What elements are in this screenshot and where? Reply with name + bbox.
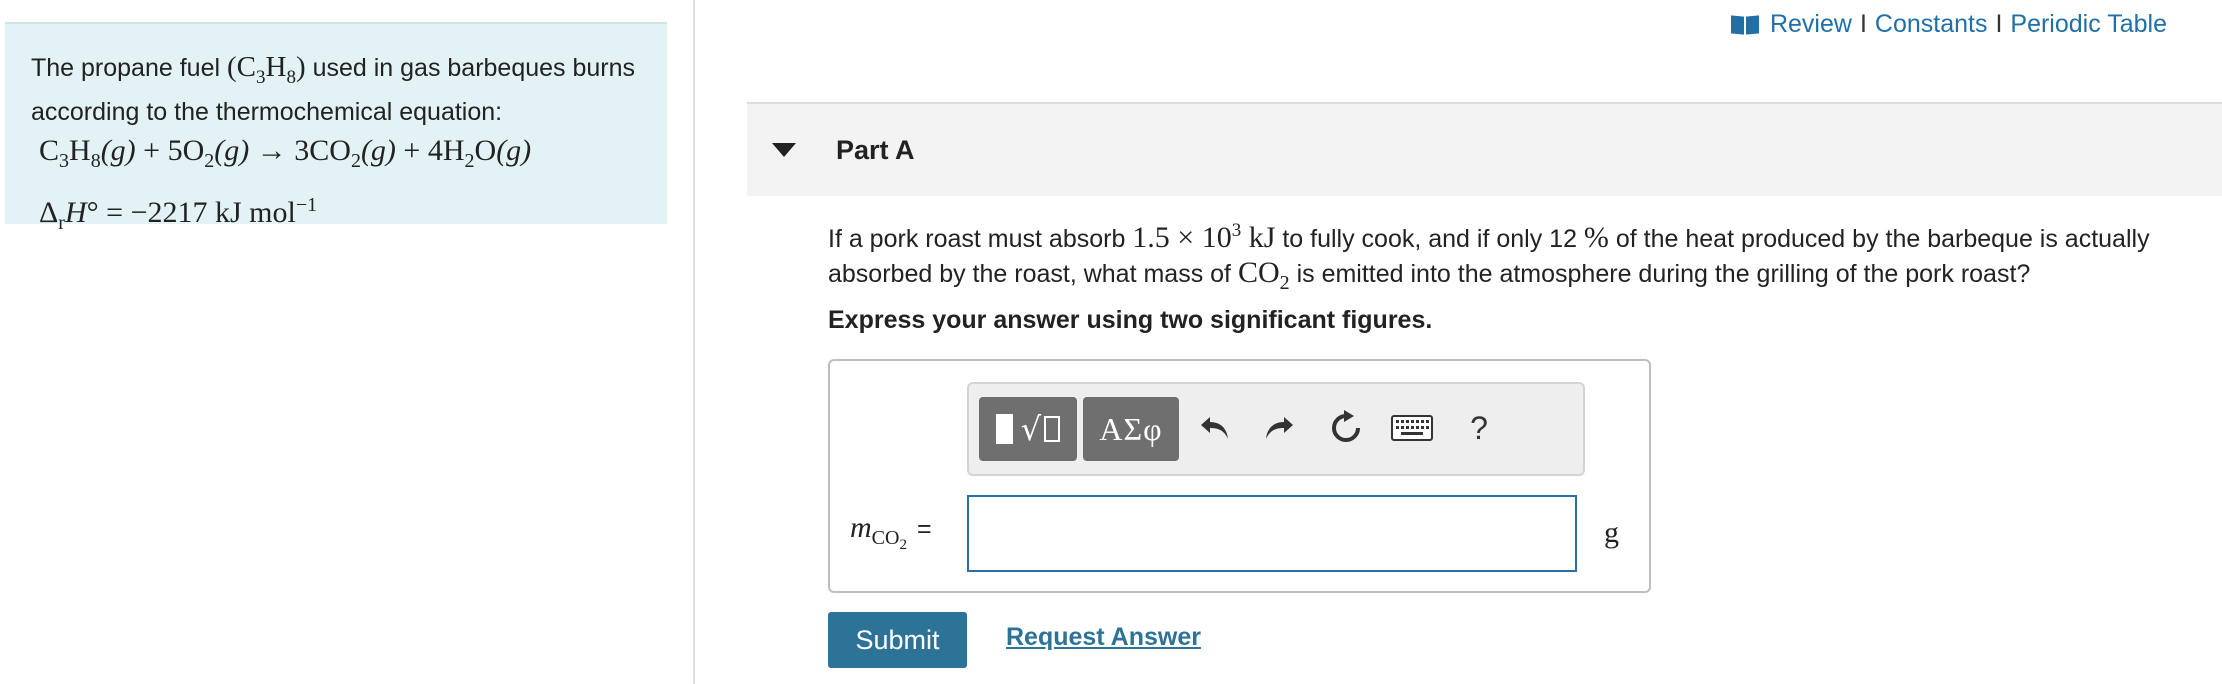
help-button[interactable]: ? — [1451, 400, 1507, 456]
math-toolbar: √ ΑΣφ ? — [967, 382, 1585, 476]
reset-icon[interactable] — [1318, 400, 1374, 456]
intro-text-1: The propane fuel — [31, 54, 227, 82]
part-title: Part A — [836, 134, 915, 165]
book-icon — [1730, 14, 1760, 36]
keyboard-icon[interactable] — [1384, 400, 1440, 456]
greek-symbols-button[interactable]: ΑΣφ — [1083, 397, 1179, 461]
square-root-icon: √ — [1020, 410, 1042, 448]
submit-button[interactable]: Submit — [828, 612, 967, 668]
answer-input[interactable] — [967, 495, 1577, 572]
undo-icon[interactable] — [1187, 400, 1243, 456]
request-answer-link[interactable]: Request Answer — [1006, 623, 1201, 652]
collapse-triangle-icon[interactable] — [772, 143, 796, 157]
resource-links: Review I Constants I Periodic Table — [1730, 10, 2167, 39]
question-text: If a pork roast must absorb 1.5 × 103 kJ… — [828, 220, 2150, 294]
co2-formula: CO2 — [1237, 256, 1290, 294]
answer-unit: g — [1604, 516, 1619, 549]
enthalpy-of-reaction: ΔrH° = −2217 kJ mol−1 — [39, 193, 318, 234]
propane-formula: (C3H8) — [226, 51, 306, 88]
periodic-table-link[interactable]: Periodic Table — [2010, 10, 2167, 39]
thermochemical-equation: C3H8(g) + 5O2(g) → 3CO2(g) + 4H2O(g) — [39, 133, 532, 172]
link-separator: I — [1995, 10, 2003, 38]
answer-instructions: Express your answer using two significan… — [828, 306, 1433, 334]
redo-icon[interactable] — [1251, 400, 1307, 456]
part-a-header[interactable]: Part A — [747, 102, 2222, 196]
template-box-icon — [1044, 416, 1061, 442]
answer-box: √ ΑΣφ ? mCO2= g — [828, 359, 1651, 593]
problem-intro: The propane fuel (C3H8) used in gas barb… — [31, 50, 651, 129]
link-separator: I — [1859, 10, 1867, 38]
answer-variable-label: mCO2= — [850, 511, 932, 553]
templates-button[interactable]: √ — [979, 397, 1077, 461]
energy-value: 1.5 × 103 kJ — [1132, 220, 1276, 254]
review-link[interactable]: Review — [1770, 10, 1852, 39]
column-divider — [693, 0, 695, 684]
constants-link[interactable]: Constants — [1875, 10, 1988, 39]
problem-intro-panel: The propane fuel (C3H8) used in gas barb… — [5, 22, 667, 234]
template-block-icon — [995, 414, 1013, 444]
